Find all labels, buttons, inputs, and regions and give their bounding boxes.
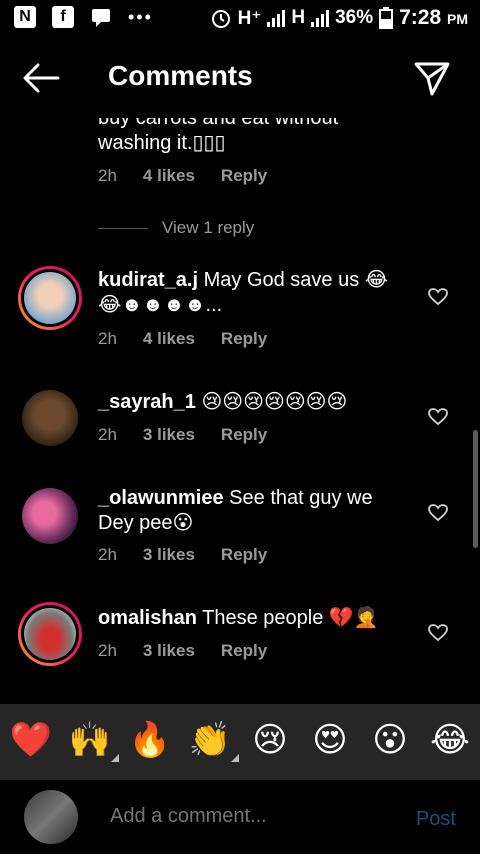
emoji-heart-eyes[interactable]: 😍	[307, 718, 353, 762]
emoji-tears-of-joy[interactable]: 😂	[427, 718, 473, 762]
network-type-hplus: H⁺	[237, 7, 262, 29]
comment-username[interactable]: _olawunmiee	[98, 487, 224, 509]
comment-meta: 2h 4 likes Reply	[98, 166, 293, 186]
comment-time: 2h	[98, 641, 117, 660]
reply-button[interactable]: Reply	[221, 641, 267, 661]
comment-body: _olawunmiee See that guy we Dey pee😮	[98, 486, 408, 536]
alarm-icon	[211, 10, 230, 28]
likes-count[interactable]: 3 likes	[143, 641, 195, 661]
status-bar: N f ••• H⁺ H 36% 7:28 PM	[0, 0, 480, 38]
comment-meta: 2h 3 likes Reply	[98, 545, 293, 565]
page-title: Comments	[108, 60, 253, 91]
comment-composer: Post	[0, 780, 480, 854]
emoji-fire[interactable]: 🔥	[127, 718, 173, 762]
like-heart-icon[interactable]	[428, 504, 448, 522]
current-user-avatar	[24, 790, 78, 844]
signal-icon-2	[311, 9, 330, 27]
comment-text: These people 💔🤦	[202, 607, 379, 629]
comment-body: omalishan These people 💔🤦	[98, 606, 408, 631]
netflix-icon: N	[14, 6, 36, 28]
emoji-red-heart[interactable]: ❤️	[8, 718, 54, 762]
likes-count[interactable]: 3 likes	[143, 425, 195, 445]
comment-time: 2h	[98, 545, 117, 564]
emoji-clapping-hands[interactable]: 👏	[187, 718, 239, 762]
like-heart-icon[interactable]	[428, 408, 448, 426]
message-icon	[92, 9, 110, 27]
avatar[interactable]	[18, 266, 82, 330]
emoji-crying-face[interactable]: 😢	[247, 718, 293, 762]
comment-time: 2h	[98, 166, 117, 185]
view-replies-label: View 1 reply	[162, 218, 255, 237]
comment-username[interactable]: omalishan	[98, 607, 197, 629]
comment-meta: 2h 4 likes Reply	[98, 329, 293, 349]
comments-header: Comments	[0, 40, 480, 118]
avatar[interactable]	[22, 390, 78, 446]
comment-meta: 2h 3 likes Reply	[98, 425, 293, 445]
likes-count[interactable]: 4 likes	[143, 329, 195, 349]
emoji-surprised-face[interactable]: 😮	[367, 718, 413, 762]
avatar[interactable]	[22, 488, 78, 544]
network-type-h: H	[291, 7, 306, 28]
clock: 7:28 PM	[399, 6, 468, 29]
scrollbar[interactable]	[473, 430, 478, 548]
comment-time: 2h	[98, 425, 117, 444]
like-heart-icon[interactable]	[428, 624, 448, 642]
like-heart-icon[interactable]	[428, 288, 448, 306]
reply-button[interactable]: Reply	[221, 329, 267, 349]
divider	[98, 227, 148, 229]
send-icon[interactable]	[412, 58, 452, 98]
reply-button[interactable]: Reply	[221, 425, 267, 445]
comment-username[interactable]: _sayrah_1	[98, 391, 196, 413]
reply-button[interactable]: Reply	[221, 166, 267, 186]
comment-meta: 2h 3 likes Reply	[98, 641, 293, 661]
comment-input[interactable]	[108, 804, 402, 829]
likes-count[interactable]: 3 likes	[143, 545, 195, 565]
avatar[interactable]	[18, 602, 82, 666]
battery-icon	[379, 7, 394, 29]
battery-percent: 36%	[335, 7, 374, 28]
facebook-icon: f	[52, 6, 74, 28]
back-arrow-icon[interactable]	[22, 60, 62, 96]
reply-button[interactable]: Reply	[221, 545, 267, 565]
comment-body: kudirat_a.j May God save us 😂😂☻☻☻☻...	[98, 268, 408, 318]
comments-list[interactable]: buy carrots and eat without washing it.▯…	[0, 100, 480, 704]
comment-body: _sayrah_1 😢😢😢😢😢😢😢	[98, 390, 408, 415]
signal-icon	[267, 9, 286, 27]
comment-text: 😢😢😢😢😢😢😢	[201, 391, 348, 413]
more-notifications-icon: •••	[128, 6, 153, 27]
view-replies-button[interactable]: View 1 reply	[98, 218, 254, 238]
comment-username[interactable]: kudirat_a.j	[98, 269, 198, 291]
likes-count[interactable]: 4 likes	[143, 166, 195, 186]
emoji-raising-hands[interactable]: 🙌	[67, 718, 119, 762]
post-button[interactable]: Post	[416, 808, 456, 831]
comment-time: 2h	[98, 329, 117, 348]
